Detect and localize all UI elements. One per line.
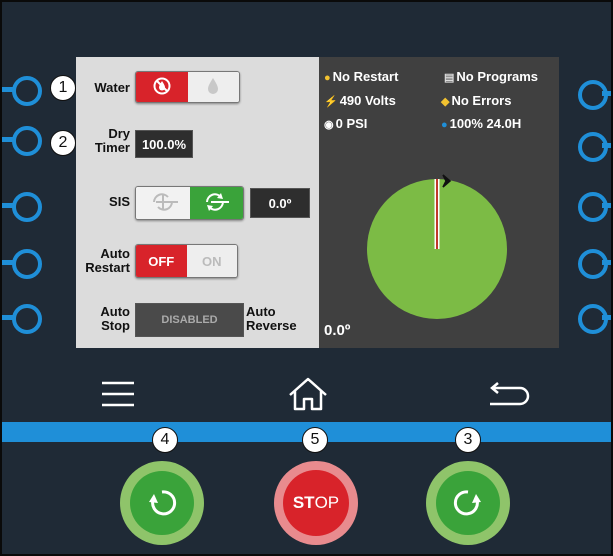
right-side-button-stub: [602, 143, 611, 148]
water-drop-icon: [206, 77, 220, 98]
stop-label-bold: ST: [292, 493, 315, 512]
auto-stop-label-line1: Auto: [100, 304, 130, 319]
reverse-rotation-button[interactable]: [120, 461, 204, 545]
callout-marker-5: 5: [302, 427, 328, 453]
sis-enabled-icon: [201, 191, 231, 216]
auto-restart-label-line2: Restart: [85, 260, 130, 275]
sis-toggle[interactable]: [135, 186, 244, 220]
left-side-button-3[interactable]: [12, 192, 42, 222]
pressure-status-text: 0 PSI: [335, 116, 368, 131]
programs-status: ▤ No Programs: [444, 69, 538, 84]
water-on-segment[interactable]: [187, 72, 239, 102]
gauge-icon: ◉: [324, 119, 334, 131]
forward-rotation-inner: [436, 471, 500, 535]
clockwise-arrow-icon: [453, 490, 481, 516]
auto-stop-label: Auto Stop: [86, 305, 130, 333]
auto-restart-on-segment[interactable]: ON: [186, 245, 237, 277]
auto-reverse-label-line1: Auto: [246, 304, 276, 319]
auto-reverse-label: Auto Reverse: [246, 305, 306, 333]
dry-timer-value[interactable]: 100.0%: [135, 130, 193, 158]
left-side-button-2[interactable]: [12, 126, 42, 156]
auto-stop-label-line2: Stop: [101, 318, 130, 333]
callout-marker-3: 3: [455, 427, 481, 453]
sis-disabled-icon: [146, 191, 180, 216]
auto-restart-label-line1: Auto: [100, 246, 130, 261]
sis-on-segment[interactable]: [189, 187, 243, 219]
callout-marker-1: 1: [50, 75, 76, 101]
pressure-status: ◉ 0 PSI: [324, 116, 367, 131]
dry-timer-label-line2: Timer: [94, 140, 130, 155]
stop-button-inner: ST OP: [283, 470, 349, 536]
program-icon: ▤: [444, 72, 455, 84]
left-side-button-4[interactable]: [12, 249, 42, 279]
restart-status-icon: ●: [324, 72, 331, 84]
warning-icon: ◆: [441, 96, 450, 108]
voltage-status-text: 490 Volts: [339, 93, 396, 108]
callout-marker-4: 4: [152, 427, 178, 453]
right-side-button-stub: [602, 315, 611, 320]
right-side-button-stub: [602, 260, 611, 265]
auto-stop-value[interactable]: DISABLED: [135, 303, 244, 337]
restart-status-text: No Restart: [332, 69, 399, 84]
left-side-button-1[interactable]: [12, 76, 42, 106]
back-icon[interactable]: [484, 380, 530, 415]
counterclockwise-arrow-icon: [149, 490, 177, 516]
stop-label-rest: OP: [314, 493, 340, 512]
percent-timer-icon: ●: [441, 119, 448, 131]
menu-icon[interactable]: [100, 379, 136, 414]
sis-angle-value[interactable]: 0.0º: [250, 188, 310, 218]
programs-status-text: No Programs: [456, 69, 539, 84]
errors-status: ◆ No Errors: [441, 93, 511, 108]
auto-restart-label: Auto Restart: [76, 247, 130, 275]
no-water-icon: [153, 77, 171, 98]
right-side-button-stub: [602, 91, 611, 96]
water-off-segment[interactable]: [136, 72, 188, 102]
dry-timer-label: Dry Timer: [82, 127, 130, 155]
status-panel: ● No Restart ▤ No Programs ⚡ 490 Volts ◆ No …: [319, 57, 559, 348]
field-position-pie: [367, 174, 507, 319]
forward-rotation-button[interactable]: [426, 461, 510, 545]
left-side-button-5[interactable]: [12, 304, 42, 334]
auto-restart-toggle[interactable]: OFF ON: [135, 244, 238, 278]
callout-marker-2: 2: [50, 130, 76, 156]
settings-panel: Water Dry Timer 100.0% SIS 0.0º Auto Res…: [76, 57, 319, 348]
sis-label: SIS: [109, 194, 130, 209]
timer-status: ● 100% 24.0H: [441, 116, 521, 131]
home-icon[interactable]: [287, 376, 329, 417]
sis-off-segment[interactable]: [136, 187, 190, 219]
auto-reverse-label-line2: Reverse: [246, 318, 297, 333]
voltage-status: ⚡ 490 Volts: [324, 93, 396, 108]
restart-status: ● No Restart: [324, 69, 398, 84]
auto-restart-off-segment[interactable]: OFF: [136, 245, 187, 277]
right-side-button-stub: [602, 203, 611, 208]
stop-button[interactable]: ST OP: [274, 461, 358, 545]
dry-timer-label-line1: Dry: [108, 126, 130, 141]
errors-status-text: No Errors: [451, 93, 512, 108]
water-toggle[interactable]: [135, 71, 240, 103]
lightning-icon: ⚡: [324, 96, 338, 108]
control-panel-frame: 1 2 Water Dry Timer 100.0% SIS 0.0º Auto…: [0, 0, 613, 556]
angle-readout: 0.0º: [324, 322, 351, 339]
water-label: Water: [94, 80, 130, 95]
timer-status-text: 100% 24.0H: [449, 116, 522, 131]
reverse-rotation-inner: [130, 471, 194, 535]
